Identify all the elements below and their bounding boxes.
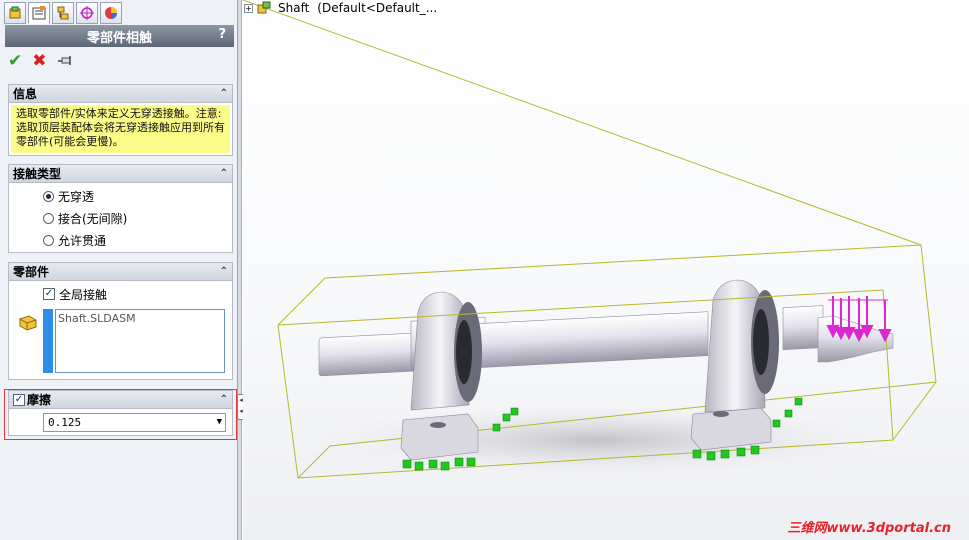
- dropdown-arrow-icon[interactable]: ▼: [217, 414, 222, 431]
- tree-root-label: Shaft: [278, 1, 310, 15]
- pin-icon[interactable]: [57, 54, 75, 68]
- info-group: 信息 ⌃ 选取零部件/实体来定义无穿透接触。注意:选取顶层装配体会将无穿透接触应…: [8, 84, 233, 156]
- contact-option-label: 接合(无间隙): [58, 211, 128, 226]
- collapse-chevron-icon[interactable]: ⌃: [220, 263, 228, 281]
- watermark: 三维网www.3dportal.cn: [787, 521, 951, 536]
- property-manager-tab[interactable]: [28, 2, 50, 24]
- cancel-button[interactable]: ✖: [32, 52, 46, 70]
- contact-type-title: 接触类型: [13, 167, 62, 181]
- info-group-header[interactable]: 信息 ⌃: [9, 85, 232, 103]
- contact-option-no-penetration[interactable]: 无穿透: [9, 185, 232, 207]
- shaft-body: [318, 305, 894, 377]
- tree-config-label: (Default<Default_...: [317, 1, 438, 15]
- assembly-icon: [257, 1, 271, 14]
- global-contact-checkbox-row[interactable]: ✓ 全局接触: [9, 283, 232, 305]
- contact-option-bonded[interactable]: 接合(无间隙): [9, 207, 232, 229]
- radio-button[interactable]: [43, 212, 54, 224]
- global-contact-label: 全局接触: [59, 287, 108, 302]
- friction-header[interactable]: ✓ 摩擦 ⌃: [9, 391, 232, 409]
- property-manager-panel: 零部件相触 ? ✔ ✖ 信息 ⌃ 选取零部件/实体来定义无穿透接触。注意:选取顶…: [0, 0, 238, 540]
- contact-type-header[interactable]: 接触类型 ⌃: [9, 165, 232, 183]
- dimxpert-tab[interactable]: [76, 2, 98, 24]
- display-manager-icon: [105, 7, 117, 19]
- collapse-chevron-icon[interactable]: ⌃: [220, 391, 228, 409]
- friction-title: 摩擦: [27, 393, 52, 407]
- info-message: 选取零部件/实体来定义无穿透接触。注意:选取顶层装配体会将无穿透接触应用到所有零…: [11, 105, 230, 153]
- global-contact-checkbox[interactable]: ✓: [43, 288, 55, 300]
- tree-expand-icon[interactable]: +: [244, 3, 253, 13]
- display-manager-tab[interactable]: [100, 2, 122, 24]
- info-group-title: 信息: [13, 87, 38, 101]
- radio-button[interactable]: [43, 190, 54, 202]
- component-selection-list[interactable]: Shaft.SLDASM: [55, 309, 225, 373]
- feature-tree-root[interactable]: + Shaft (Default<Default_...: [243, 0, 437, 16]
- components-header[interactable]: 零部件 ⌃: [9, 263, 232, 281]
- shaft-assembly-model[interactable]: [243, 0, 969, 540]
- components-title: 零部件: [13, 265, 50, 279]
- bounding-box: [243, 0, 937, 447]
- dimxpert-icon: [80, 6, 94, 20]
- contact-option-label: 无穿透: [58, 189, 95, 204]
- property-manager-title-bar: 零部件相触 ?: [5, 25, 234, 47]
- component-selection-icon: [19, 315, 37, 331]
- radio-button[interactable]: [43, 234, 54, 246]
- friction-value: 0.125: [48, 416, 82, 429]
- contact-type-group: 接触类型 ⌃ 无穿透 接合(无间隙) 允许贯通: [8, 164, 233, 253]
- configuration-manager-tab[interactable]: [52, 2, 74, 24]
- panel-splitter[interactable]: [238, 0, 242, 540]
- collapse-chevron-icon[interactable]: ⌃: [220, 85, 228, 103]
- help-button[interactable]: ?: [218, 27, 226, 42]
- components-group: 零部件 ⌃ ✓ 全局接触 Shaft.SLDASM: [8, 262, 233, 380]
- friction-group: ✓ 摩擦 ⌃ 0.125 ▼: [8, 390, 233, 436]
- action-buttons: ✔ ✖: [8, 52, 75, 70]
- page-title: 零部件相触: [86, 30, 152, 46]
- collapse-chevron-icon[interactable]: ⌃: [220, 165, 228, 183]
- friction-coefficient-combo[interactable]: 0.125 ▼: [43, 413, 226, 432]
- property-manager-icon: [32, 6, 46, 20]
- feature-manager-icon: [9, 6, 21, 19]
- graphics-viewport[interactable]: + Shaft (Default<Default_... 三维网www.3dpo…: [243, 0, 969, 540]
- friction-checkbox[interactable]: ✓: [13, 394, 25, 406]
- bearing-housing-right: [690, 279, 779, 451]
- model-shadow: [268, 398, 928, 482]
- feature-manager-tab[interactable]: [4, 2, 26, 24]
- ok-button[interactable]: ✔: [8, 52, 22, 70]
- manager-tabs: [4, 2, 122, 24]
- contact-option-allow-penetration[interactable]: 允许贯通: [9, 229, 232, 251]
- contact-option-label: 允许贯通: [58, 233, 107, 248]
- selection-active-bar: [43, 309, 53, 373]
- configuration-manager-icon: [57, 6, 69, 20]
- list-item[interactable]: Shaft.SLDASM: [58, 312, 222, 325]
